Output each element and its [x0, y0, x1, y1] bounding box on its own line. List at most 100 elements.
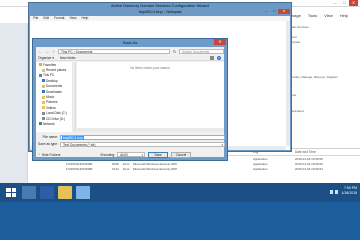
- computer-icon: [39, 73, 42, 77]
- cell-source: Microsoft-Windows-Security-SPP: [133, 166, 178, 171]
- dialog-body: ← → ↑ This PC › Documents ↻ Search Docum…: [36, 47, 225, 159]
- filename-value: tmp85C4.tmp: [62, 135, 84, 140]
- organize-button[interactable]: Organize ▾: [38, 56, 54, 60]
- taskbar-file-explorer[interactable]: [58, 186, 72, 199]
- cell-severity: Error: [123, 161, 130, 166]
- cell-server: FUNWIN12DC6989: [66, 161, 93, 166]
- system-tray: [330, 190, 338, 194]
- minimize-button[interactable]: –: [262, 9, 270, 14]
- path-field[interactable]: This PC › Documents: [58, 48, 171, 54]
- notepad-window-controls: – □ ✕: [262, 9, 290, 14]
- cell-source: Microsoft-Windows-Security-SPP: [133, 161, 178, 166]
- property-line: Domain Services: [286, 25, 309, 29]
- nav-item-label: Videos: [46, 105, 56, 110]
- close-button[interactable]: ✕: [278, 9, 290, 14]
- property-line: Allowed: [286, 35, 360, 39]
- maximize-button[interactable]: □: [270, 9, 278, 14]
- network-icon: [39, 122, 42, 126]
- property-line[interactable]: Not activated: [286, 109, 360, 113]
- nav-item-label: Local Disk (C:): [46, 111, 67, 116]
- server-manager-sidebar: [0, 23, 28, 183]
- cell-id: 1014: [112, 166, 119, 171]
- maximize-button[interactable]: □: [340, 0, 349, 6]
- hide-folders-toggle[interactable]: ⌃ Hide Folders: [38, 153, 60, 157]
- nav-item-label: Favorites: [43, 62, 57, 67]
- nav-item-label: This PC: [43, 73, 55, 78]
- dialog-toolbar: Organize ▾ New folder ?: [36, 55, 224, 61]
- nav-item-label: Music: [46, 95, 55, 100]
- minimize-button[interactable]: –: [331, 0, 340, 6]
- vertical-scrollbar[interactable]: [286, 21, 290, 146]
- refresh-icon[interactable]: ↻: [172, 49, 177, 54]
- close-button[interactable]: ✕: [214, 39, 226, 45]
- filename-label: File name:: [42, 135, 58, 139]
- filename-input[interactable]: tmp85C4.tmp: [60, 134, 225, 140]
- folder-icon: [42, 84, 45, 88]
- taskbar-server-manager[interactable]: [22, 186, 36, 199]
- cancel-button[interactable]: Cancel: [171, 151, 192, 158]
- savetype-label: Save as type:: [38, 142, 58, 146]
- hide-folders-label: Hide Folders: [41, 152, 61, 157]
- menu-help[interactable]: Help: [340, 13, 348, 18]
- music-icon: [42, 95, 45, 99]
- up-arrow-icon[interactable]: ↑: [51, 49, 56, 54]
- cell-server: FUNWIN12DC6989: [66, 166, 93, 171]
- search-input[interactable]: Search Documents: [178, 48, 225, 54]
- taskbar-powershell[interactable]: [40, 186, 54, 199]
- cell-date: 2015-01-18 19:59:55: [295, 156, 323, 161]
- network-icon[interactable]: [330, 190, 333, 194]
- forward-arrow-icon[interactable]: →: [45, 49, 50, 54]
- property-line: Participate: [286, 40, 301, 44]
- cell-log: Application: [253, 161, 268, 166]
- chevron-up-icon: ⌃: [38, 152, 41, 157]
- desktop-icon: [42, 79, 45, 83]
- start-button[interactable]: [4, 186, 18, 199]
- table-row[interactable]: FUNWIN12DC6989 1014 Error Microsoft-Wind…: [64, 166, 360, 171]
- savetype-value: Text Documents (*.txt): [63, 142, 96, 147]
- nav-item-label: Network: [43, 121, 55, 126]
- close-button[interactable]: ✕: [349, 0, 358, 6]
- notepad-window: Active Directory Domain Services Configu…: [28, 2, 292, 161]
- encoding-label: Encoding:: [100, 152, 116, 157]
- cell-severity: Error: [123, 166, 130, 171]
- file-list[interactable]: No items match your search.: [77, 62, 224, 132]
- nav-item-label: Recent places: [46, 68, 67, 73]
- new-folder-button[interactable]: New folder: [60, 56, 76, 60]
- encoding-select[interactable]: ANSI ▾: [117, 152, 146, 157]
- help-icon[interactable]: ?: [217, 55, 221, 60]
- navigation-pane: Favorites Recent places This PC Desktop …: [36, 62, 76, 132]
- save-button[interactable]: Save: [148, 151, 169, 158]
- column-date-time[interactable]: Date and Time: [295, 150, 355, 154]
- view-options-icon[interactable]: [210, 55, 214, 60]
- server-manager-menu: Manage Tools View Help: [286, 13, 348, 18]
- nav-item-label: Documents: [46, 84, 63, 89]
- property-line[interactable]: Properties, Manage, Remove, Register: [286, 75, 360, 79]
- menu-view[interactable]: View: [324, 13, 333, 18]
- back-arrow-icon[interactable]: ←: [38, 49, 43, 54]
- dialog-footer: ⌃ Hide Folders Encoding: ANSI ▾ Save Canc…: [38, 150, 222, 159]
- nav-scrollbar[interactable]: [72, 62, 75, 132]
- menu-tools[interactable]: Tools: [308, 13, 317, 18]
- chevron-down-icon: ▾: [141, 153, 144, 157]
- taskbar-notepad[interactable]: [76, 186, 90, 199]
- cell-log: Application: [253, 156, 268, 161]
- cell-id: 8198: [112, 161, 119, 166]
- filename-row: File name: tmp85C4.tmp: [38, 134, 225, 140]
- address-bar: ← → ↑ This PC › Documents ↻ Search Docum…: [36, 47, 225, 55]
- windows-logo-icon: [6, 188, 16, 197]
- clock-date: 1/18/2015: [341, 191, 357, 195]
- cell-log: Application: [253, 166, 268, 171]
- taskbar: 7:59 PM 1/18/2015: [0, 183, 360, 202]
- clock[interactable]: 7:59 PM 1/18/2015: [341, 186, 357, 196]
- cell-date: 2015-01-18 19:59:54: [295, 166, 323, 171]
- cell-date: 2015-01-18 19:59:55: [295, 161, 323, 166]
- nav-item-label: CD Drive (D:): [46, 116, 66, 121]
- file-list-scrollbar[interactable]: [77, 128, 224, 132]
- encoding-value: ANSI: [120, 153, 128, 157]
- savetype-select[interactable]: Text Documents (*.txt) ▾: [60, 141, 225, 147]
- videos-icon: [42, 106, 45, 110]
- table-row[interactable]: FUNWIN12DC6989 8198 Error Microsoft-Wind…: [64, 161, 360, 166]
- star-icon: [39, 63, 42, 67]
- volume-icon[interactable]: [335, 190, 338, 194]
- nav-item-network[interactable]: Network: [36, 121, 75, 126]
